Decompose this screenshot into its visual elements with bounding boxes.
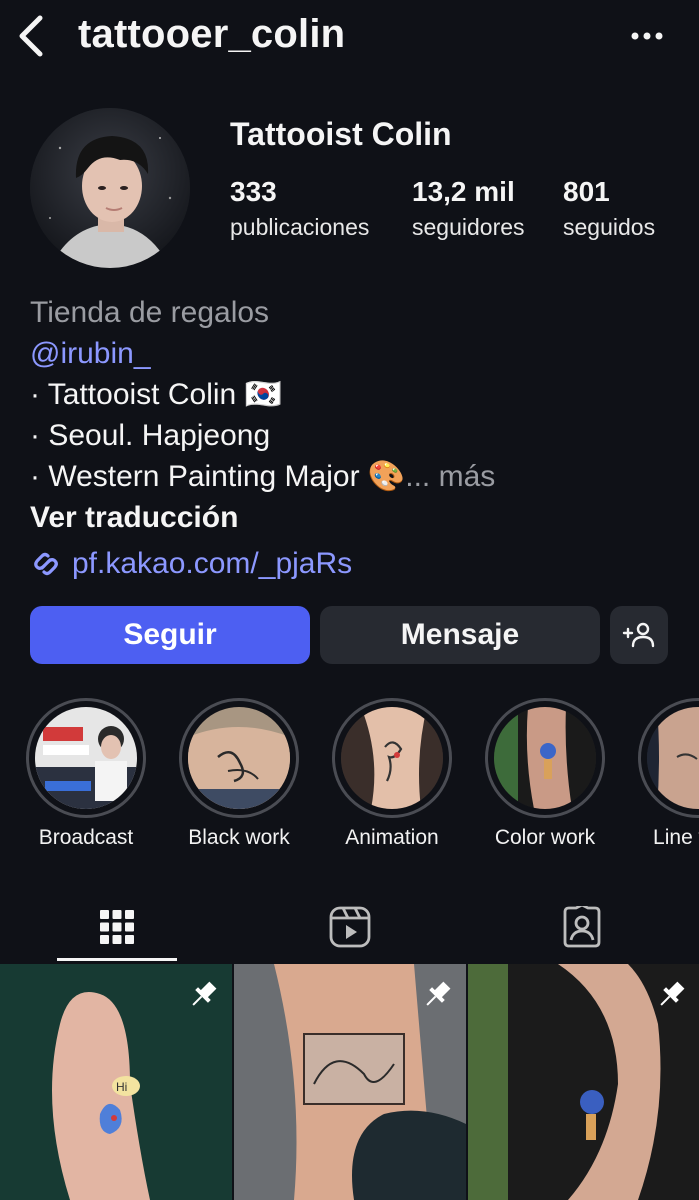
more-options-button[interactable] [629,26,669,46]
bio-line: · Seoul. Hapjeong [30,419,271,452]
highlight-label: Black work [188,826,290,849]
highlight-line-work[interactable]: Line work [638,698,699,850]
reels-icon [329,906,371,948]
highlight-broadcast[interactable]: Broadcast [26,698,146,850]
highlight-cover [341,707,443,809]
suggested-accounts-button[interactable] [610,606,668,664]
profile-page: tattooer_colin Tattooist Colin 333 publi… [0,0,699,1200]
post-thumbnail[interactable] [234,964,466,1200]
chevron-left-icon [19,15,43,57]
posts-grid: Hi [0,964,699,1200]
post-thumbnail[interactable] [468,964,699,1200]
profile-avatar[interactable] [30,108,190,268]
highlight-ring [638,698,699,818]
stat-posts-value: 333 [230,176,277,207]
see-translation-link[interactable]: Ver traducción [30,497,680,538]
pin-icon [192,981,217,1006]
pin-icon [660,981,685,1006]
highlight-cover [35,707,137,809]
highlight-ring [485,698,605,818]
stat-followers-label: seguidores [412,214,525,240]
back-button[interactable] [14,14,54,58]
more-horizontal-icon [631,32,663,40]
tab-reels[interactable] [290,890,410,964]
bio-line: · Tattooist Colin 🇰🇷 [30,378,282,411]
bio-external-link[interactable]: pf.kakao.com/_pjaRs [30,540,680,588]
profile-display-name: Tattooist Colin [230,116,452,152]
highlight-label: Line work [653,826,699,849]
bio-line-text: · Western Painting Major 🎨 [30,460,406,493]
svg-text:Hi: Hi [116,1080,127,1094]
bio-mention-link[interactable]: @irubin_ [30,333,680,374]
stat-following-value: 801 [563,176,610,207]
bio-more-link[interactable]: ... más [405,460,495,493]
highlight-label: Color work [494,826,596,849]
tab-posts-grid[interactable] [57,890,177,964]
stat-followers[interactable]: 13,2 mil seguidores [412,176,525,241]
story-highlights: Broadcast Black work Animation Color wor… [0,698,699,858]
profile-bio: Tienda de regalos @irubin_ · Tattooist C… [30,292,680,588]
stat-following-label: seguidos [563,214,656,240]
highlight-animation[interactable]: Animation [332,698,452,850]
stat-posts-label: publicaciones [230,214,370,240]
bio-line-last: · Western Painting Major 🎨... más [30,456,680,497]
follow-button[interactable]: Seguir [30,606,310,664]
link-icon [34,552,58,576]
highlight-ring [332,698,452,818]
stat-posts[interactable]: 333 publicaciones [230,176,369,241]
profile-content-tabs [0,890,699,964]
highlight-cover [647,707,699,809]
highlight-color-work[interactable]: Color work [485,698,605,850]
add-person-icon [622,622,655,648]
highlight-ring [179,698,299,818]
highlight-label: Animation [345,826,439,849]
post-thumbnail[interactable]: Hi [0,964,232,1200]
pin-icon [426,981,451,1006]
tab-tagged[interactable] [522,890,642,964]
message-button[interactable]: Mensaje [320,606,600,664]
bio-link-url: pf.kakao.com/_pjaRs [72,547,353,580]
stat-following[interactable]: 801 seguidos [563,176,655,241]
top-bar: tattooer_colin [0,0,699,80]
stat-followers-value: 13,2 mil [412,176,515,207]
highlight-label: Broadcast [38,826,134,849]
highlight-ring [26,698,146,818]
profile-category: Tienda de regalos [30,296,270,329]
highlight-cover [188,707,290,809]
tagged-icon [563,906,601,948]
active-tab-indicator [57,958,177,961]
highlight-black-work[interactable]: Black work [179,698,299,850]
grid-icon [100,910,134,944]
highlight-cover [494,707,596,809]
profile-username: tattooer_colin [78,12,346,56]
